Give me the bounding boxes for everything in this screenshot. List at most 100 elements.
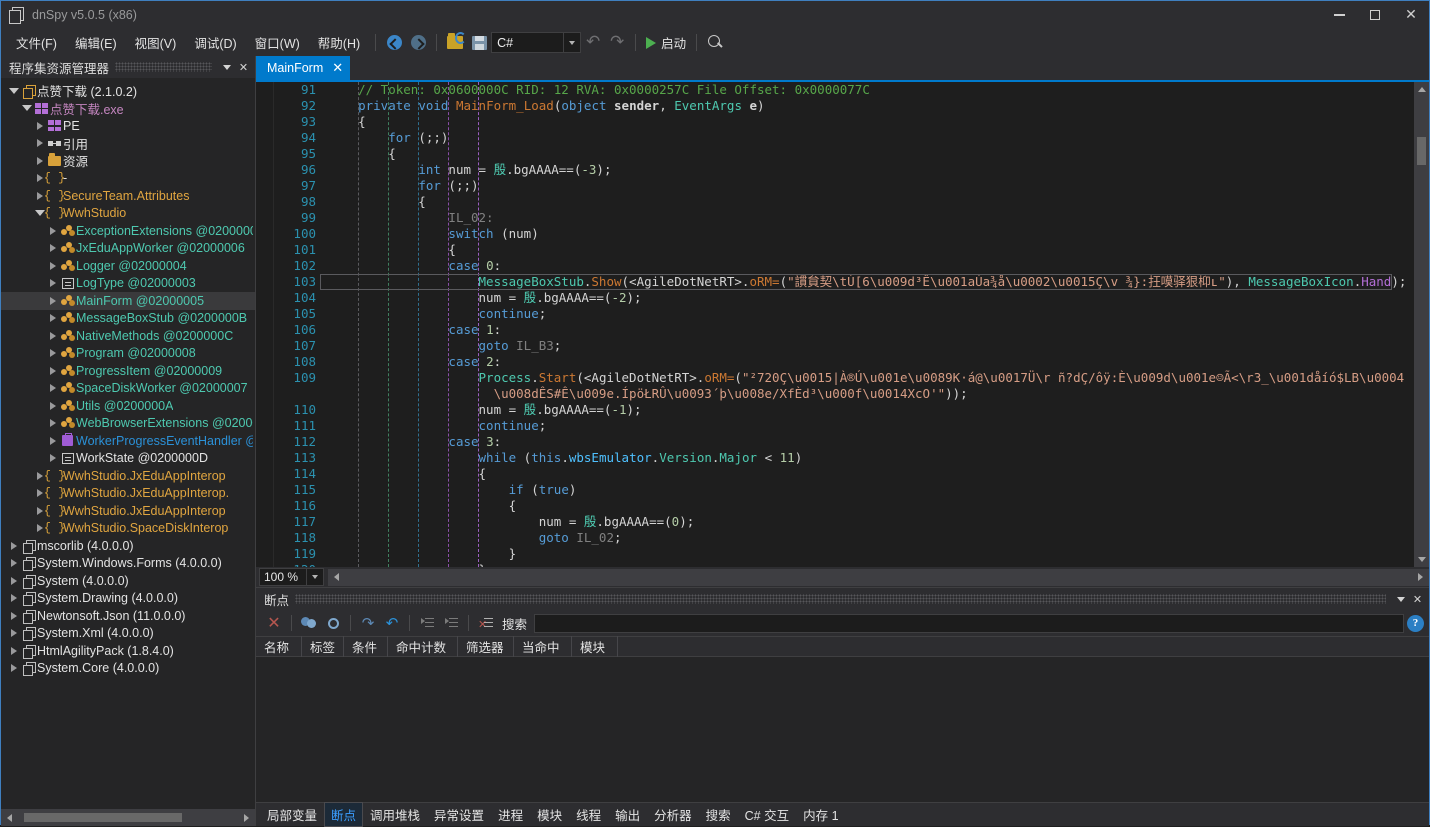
- help-icon[interactable]: ?: [1407, 615, 1424, 632]
- code-line[interactable]: 102 case 0:: [256, 258, 1414, 274]
- code-line[interactable]: 119 }: [256, 546, 1414, 562]
- tree-node[interactable]: 点赞下载.exe: [1, 100, 255, 118]
- tree-node[interactable]: { }WwhStudio.JxEduAppInterop.: [1, 485, 255, 503]
- scroll-down-icon[interactable]: [1414, 552, 1429, 567]
- collapse-triangle-icon[interactable]: [7, 577, 20, 585]
- code-line[interactable]: \u008dÊS#Ê\u009e.ÍpöŁRÛ\u0093´þ\u008e/Xf…: [256, 386, 1414, 402]
- forward-button[interactable]: [406, 32, 430, 54]
- code-text[interactable]: case 2:: [328, 354, 501, 370]
- code-lines[interactable]: 91 // Token: 0x0600000C RID: 12 RVA: 0x0…: [256, 82, 1414, 567]
- code-text[interactable]: {: [328, 114, 366, 130]
- scroll-up-icon[interactable]: [1414, 82, 1429, 97]
- collapse-triangle-icon[interactable]: [33, 122, 46, 130]
- open-button[interactable]: [443, 32, 467, 54]
- code-line[interactable]: 106 case 1:: [256, 322, 1414, 338]
- code-line[interactable]: 108 case 2:: [256, 354, 1414, 370]
- menu-help[interactable]: 帮助(H): [309, 29, 369, 56]
- save-module-button[interactable]: [467, 32, 491, 54]
- collapse-triangle-icon[interactable]: [46, 367, 59, 375]
- goto-previous-breakpoint-button[interactable]: ↶: [380, 612, 404, 634]
- drag-handle[interactable]: [295, 594, 1386, 604]
- scroll-left-icon[interactable]: [1, 809, 18, 826]
- collapse-triangle-icon[interactable]: [46, 262, 59, 270]
- breakpoints-grid[interactable]: [256, 657, 1429, 802]
- bottom-tab-1[interactable]: 断点: [324, 802, 363, 827]
- column-header[interactable]: 筛选器: [458, 636, 514, 657]
- code-text[interactable]: num = 殷.bgAAAA==(0);: [328, 514, 694, 530]
- start-debug-button[interactable]: 启动: [642, 32, 690, 54]
- collapse-triangle-icon[interactable]: [33, 157, 46, 165]
- code-line[interactable]: 96 int num = 殷.bgAAAA==(-3);: [256, 162, 1414, 178]
- collapse-triangle-icon[interactable]: [7, 629, 20, 637]
- tree-node[interactable]: { }WwhStudio: [1, 205, 255, 223]
- maximize-button[interactable]: [1357, 1, 1393, 29]
- bottom-tab-2[interactable]: 调用堆栈: [363, 802, 427, 827]
- assembly-tree[interactable]: 点赞下载 (2.1.0.2)点赞下载.exePE引用资源{ }-{ }Secur…: [1, 78, 255, 809]
- code-line[interactable]: 103 MessageBoxStub.Show(<AgileDotNetRT>.…: [256, 274, 1414, 290]
- tree-node[interactable]: System.Core (4.0.0.0): [1, 660, 255, 678]
- tree-node[interactable]: { }WwhStudio.JxEduAppInterop: [1, 467, 255, 485]
- code-text[interactable]: continue;: [328, 418, 546, 434]
- editor-hscrollbar[interactable]: [328, 569, 1429, 586]
- collapse-triangle-icon[interactable]: [7, 612, 20, 620]
- code-line[interactable]: 109 Process.Start(<AgileDotNetRT>.oRM=("…: [256, 370, 1414, 386]
- editor-vscrollbar[interactable]: [1414, 82, 1429, 567]
- close-button[interactable]: ✕: [1393, 1, 1429, 29]
- code-text[interactable]: {: [328, 466, 486, 482]
- bottom-tab-8[interactable]: 分析器: [647, 802, 699, 827]
- column-header[interactable]: 标签: [302, 636, 344, 657]
- code-line[interactable]: 100 switch (num): [256, 226, 1414, 242]
- bottom-tab-11[interactable]: 内存 1: [796, 802, 845, 827]
- code-line[interactable]: 107 goto IL_B3;: [256, 338, 1414, 354]
- code-line[interactable]: 98 {: [256, 194, 1414, 210]
- code-editor[interactable]: 91 // Token: 0x0600000C RID: 12 RVA: 0x0…: [256, 82, 1414, 567]
- tree-node[interactable]: mscorlib (4.0.0.0): [1, 537, 255, 555]
- tree-node[interactable]: 引用: [1, 135, 255, 153]
- menu-file[interactable]: 文件(F): [7, 29, 66, 56]
- delete-all-breakpoints-button[interactable]: ✕: [262, 612, 286, 634]
- collapse-triangle-icon[interactable]: [46, 314, 59, 322]
- tree-node[interactable]: Newtonsoft.Json (11.0.0.0): [1, 607, 255, 625]
- chevron-down-icon[interactable]: [1392, 590, 1409, 608]
- tree-node[interactable]: MessageBoxStub @0200000B: [1, 310, 255, 328]
- code-text[interactable]: {: [328, 194, 426, 210]
- code-text[interactable]: {: [328, 242, 456, 258]
- menu-view[interactable]: 视图(V): [126, 29, 186, 56]
- explorer-hscrollbar[interactable]: [1, 809, 255, 826]
- code-line[interactable]: 97 for (;;): [256, 178, 1414, 194]
- bottom-tab-10[interactable]: C# 交互: [738, 802, 796, 827]
- code-text[interactable]: int num = 殷.bgAAAA==(-3);: [328, 162, 611, 178]
- collapse-triangle-icon[interactable]: [7, 594, 20, 602]
- collapse-triangle-icon[interactable]: [46, 227, 59, 235]
- tree-node[interactable]: { }-: [1, 170, 255, 188]
- code-line[interactable]: 120 }: [256, 562, 1414, 567]
- tree-node[interactable]: System.Windows.Forms (4.0.0.0): [1, 555, 255, 573]
- tab-mainform[interactable]: MainForm ✕: [256, 56, 350, 80]
- redo-button[interactable]: ↷: [605, 32, 629, 54]
- code-text[interactable]: }: [328, 546, 516, 562]
- collapse-triangle-icon[interactable]: [46, 297, 59, 305]
- code-text[interactable]: switch (num): [328, 226, 539, 242]
- collapse-triangle-icon[interactable]: [7, 647, 20, 655]
- collapse-triangle-icon[interactable]: [46, 332, 59, 340]
- code-line[interactable]: 104 num = 殷.bgAAAA==(-2);: [256, 290, 1414, 306]
- code-text[interactable]: for (;;): [328, 130, 448, 146]
- menu-edit[interactable]: 编辑(E): [66, 29, 126, 56]
- menu-window[interactable]: 窗口(W): [246, 29, 309, 56]
- close-icon[interactable]: ✕: [1409, 590, 1426, 608]
- tree-node[interactable]: { }WwhStudio.JxEduAppInterop: [1, 502, 255, 520]
- explorer-hscroll-track[interactable]: [18, 809, 238, 826]
- code-text[interactable]: continue;: [328, 306, 546, 322]
- code-text[interactable]: {: [328, 146, 396, 162]
- tree-node[interactable]: Program @02000008: [1, 345, 255, 363]
- code-line[interactable]: 94 for (;;): [256, 130, 1414, 146]
- collapse-triangle-icon[interactable]: [46, 419, 59, 427]
- code-line[interactable]: 116 {: [256, 498, 1414, 514]
- collapse-triangle-icon[interactable]: [7, 542, 20, 550]
- column-header[interactable]: 条件: [344, 636, 388, 657]
- collapse-triangle-icon[interactable]: [46, 244, 59, 252]
- column-header[interactable]: 命中计数: [388, 636, 458, 657]
- close-icon[interactable]: ✕: [332, 61, 343, 76]
- tree-node[interactable]: WorkState @0200000D: [1, 450, 255, 468]
- code-line[interactable]: 112 case 3:: [256, 434, 1414, 450]
